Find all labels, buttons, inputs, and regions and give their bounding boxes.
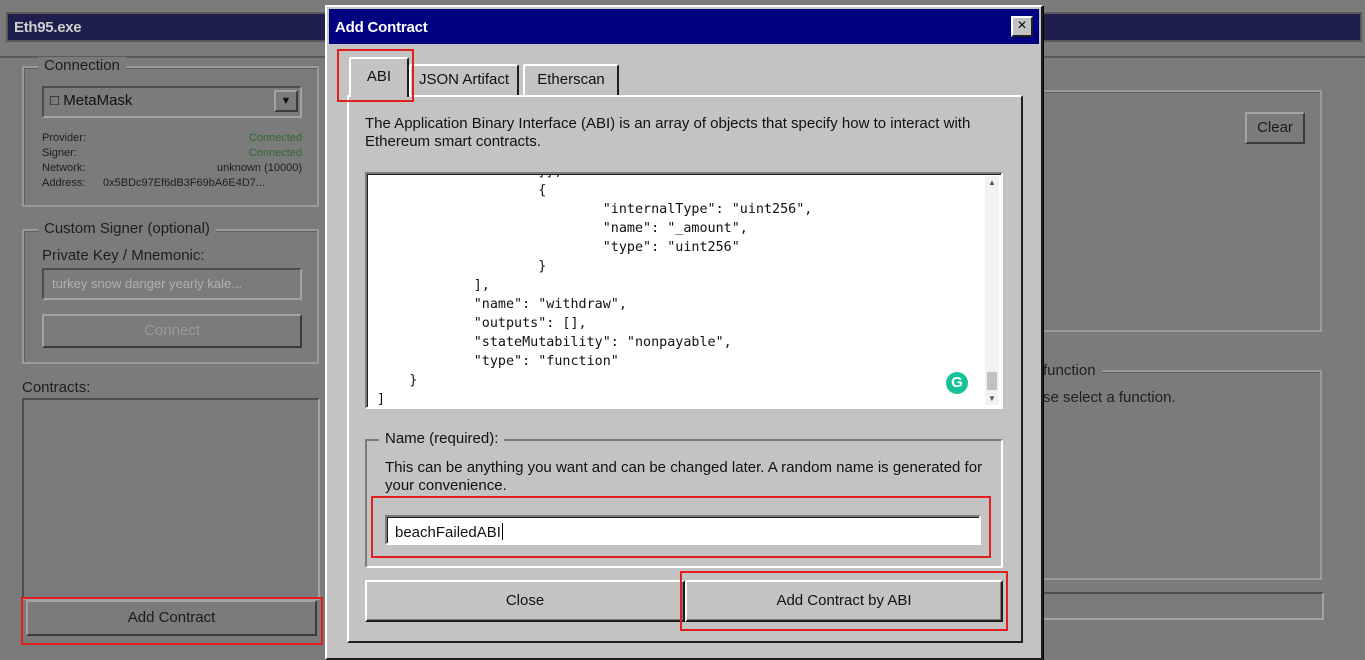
network-label: Network: xyxy=(42,162,86,174)
add-contract-by-abi-button[interactable]: Add Contract by ABI xyxy=(685,580,1003,622)
function-legend: function xyxy=(1043,362,1102,379)
text-caret xyxy=(501,523,503,540)
add-contract-dialog: Add Contract × ABI JSON Artifact Ethersc… xyxy=(325,5,1043,660)
private-key-input[interactable]: turkey snow danger yearly kale... xyxy=(42,268,302,300)
dialog-titlebar: Add Contract × xyxy=(329,9,1039,44)
dialog-title: Add Contract xyxy=(335,19,428,36)
add-contract-button[interactable]: Add Contract xyxy=(26,600,317,636)
provider-status: Connected xyxy=(248,132,302,144)
wallet-icon: □ xyxy=(50,92,60,109)
provider-label: Provider: xyxy=(42,132,87,144)
abi-scrollbar[interactable]: ▲ ▼ xyxy=(985,176,999,405)
scroll-down-icon[interactable]: ▼ xyxy=(985,394,999,403)
name-legend: Name (required): xyxy=(379,430,505,447)
signer-label: Signer: xyxy=(42,147,77,159)
abi-description: The Application Binary Interface (ABI) i… xyxy=(365,115,971,150)
address-value: 0x5BDc97Ef6dB3F69bA6E4D7... xyxy=(103,177,266,189)
network-value: unknown (10000) xyxy=(216,162,302,174)
scroll-up-icon[interactable]: ▲ xyxy=(985,178,999,187)
name-help-text: This can be anything you want and can be… xyxy=(385,459,983,494)
connection-legend: Connection xyxy=(38,57,126,74)
provider-select[interactable]: □ MetaMask ▼ xyxy=(42,86,302,118)
abi-textarea[interactable]: }}, { "internalType": "uint256", "name":… xyxy=(365,172,1003,409)
grammarly-icon[interactable]: G xyxy=(946,372,968,394)
chevron-down-icon[interactable]: ▼ xyxy=(274,90,298,112)
select-function-hint: se select a function. xyxy=(1043,389,1176,406)
abi-text: }}, { "internalType": "uint256", "name":… xyxy=(377,174,813,407)
signer-status: Connected xyxy=(248,147,302,159)
address-label: Address: xyxy=(42,177,86,189)
dialog-close-button[interactable]: Close xyxy=(365,580,685,622)
custom-signer-legend: Custom Signer (optional) xyxy=(38,220,216,237)
contract-name-value: beachFailedABI xyxy=(395,524,501,541)
provider-select-label: MetaMask xyxy=(63,92,133,109)
tab-json-artifact[interactable]: JSON Artifact xyxy=(409,64,519,96)
contracts-list[interactable] xyxy=(22,398,320,600)
contract-name-input[interactable]: beachFailedABI xyxy=(385,515,981,545)
contracts-label: Contracts: xyxy=(22,379,91,396)
main-window-title: Eth95.exe xyxy=(14,19,82,36)
tab-etherscan[interactable]: Etherscan xyxy=(523,64,619,96)
connect-button[interactable]: Connect xyxy=(42,314,302,348)
provider-select-value: □ MetaMask xyxy=(50,92,132,109)
clear-button[interactable]: Clear xyxy=(1245,112,1305,144)
tab-abi[interactable]: ABI xyxy=(349,57,409,97)
scroll-thumb[interactable] xyxy=(987,372,997,390)
private-key-label: Private Key / Mnemonic: xyxy=(42,247,205,264)
close-icon[interactable]: × xyxy=(1011,16,1033,37)
function-output-field[interactable] xyxy=(1040,592,1324,620)
